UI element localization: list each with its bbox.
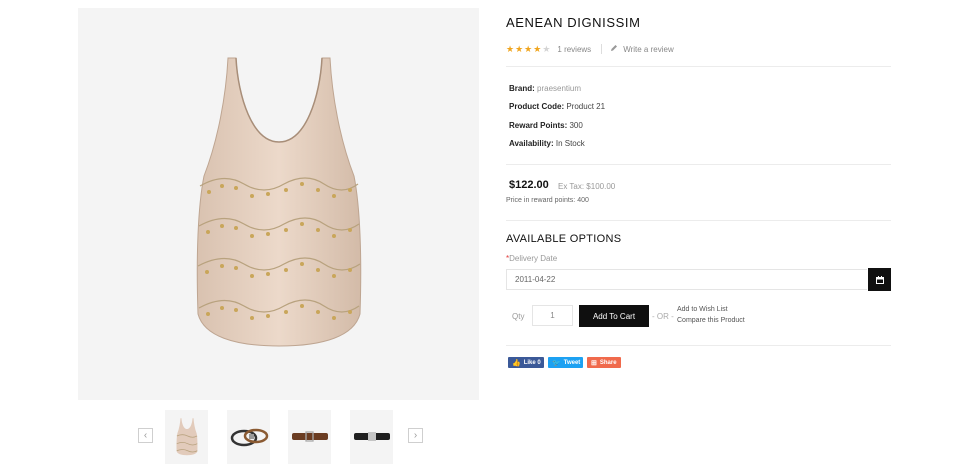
write-review-link[interactable]: Write a review [623,45,674,54]
qty-label: Qty [512,312,525,321]
thumbnail-strip: ‹ › [138,410,428,466]
tank-top-image [196,57,361,347]
star-icon: ★ [542,43,551,54]
star-icon: ★ [506,43,515,54]
divider [506,345,891,346]
spec-brand: Brand: praesentium [509,84,581,93]
product-price: $122.00 [509,179,549,191]
spec-product-code: Product Code: Product 21 [509,102,605,111]
tweet-button[interactable]: 🐦 Tweet [548,357,583,368]
calendar-button[interactable] [868,268,891,291]
spec-reward-points: Reward Points: 300 [509,121,583,130]
brown-belt-thumbnail [291,431,328,442]
facebook-like-button[interactable]: 👍 Like 0 [508,357,544,368]
divider [601,44,603,54]
add-to-cart-button[interactable]: Add To Cart [579,305,649,327]
calendar-icon [875,275,884,284]
spec-value: In Stock [555,139,585,148]
thumbnail-item[interactable] [165,410,208,464]
divider [506,220,891,221]
star-icon: ★ [524,43,533,54]
thumbnail-prev-button[interactable]: ‹ [138,428,153,443]
star-icon: ★ [515,43,524,54]
delivery-date-label: *Delivery Date [506,254,557,263]
reviews-link[interactable]: 1 reviews [557,45,591,54]
reward-points-price: Price in reward points: 400 [506,197,589,204]
divider [506,66,891,67]
tank-top-thumbnail [176,418,197,456]
thumbs-up-icon: 👍 [512,359,521,367]
quantity-input[interactable] [532,305,573,326]
main-product-image[interactable] [78,8,479,400]
thumbnail-item[interactable] [227,410,270,464]
product-info: AENEAN DIGNISSIM ★ ★ ★ ★ ★ 1 reviews Write a… [506,0,891,471]
share-button[interactable]: ⊞ Share [587,357,621,368]
thumbnail-item[interactable] [288,410,331,464]
delivery-date-input[interactable] [506,269,867,290]
star-icon: ★ [533,43,542,54]
braided-belt-thumbnail [230,428,268,447]
available-options-heading: AVAILABLE OPTIONS [506,233,622,245]
ex-tax-price: Ex Tax: $100.00 [558,182,616,191]
compare-product-link[interactable]: Compare this Product [677,317,745,324]
product-title: AENEAN DIGNISSIM [506,15,641,30]
spec-value: Product 21 [566,102,606,111]
rating-row: ★ ★ ★ ★ ★ 1 reviews Write a review [506,43,674,55]
brand-link[interactable]: praesentium [537,84,581,93]
chevron-left-icon: ‹ [143,430,148,441]
thumbnail-next-button[interactable]: › [408,428,423,443]
spec-label: Product Code: [509,102,565,111]
pencil-icon [610,44,618,54]
plus-icon: ⊞ [591,359,597,367]
thumbnail-item[interactable] [350,410,393,464]
spec-value: 300 [569,121,583,130]
spec-label: Availability: [509,139,554,148]
share-label: Share [599,359,617,366]
or-separator: - OR - [652,312,674,321]
spec-label: Brand: [509,84,535,93]
add-to-wishlist-link[interactable]: Add to Wish List [677,306,728,313]
facebook-like-label: Like 0 [523,359,541,366]
rating-stars: ★ ★ ★ ★ ★ [506,43,551,54]
spec-label: Reward Points: [509,121,568,130]
delivery-date-label-text: Delivery Date [509,254,558,263]
divider [506,164,891,165]
tweet-label: Tweet [563,359,581,366]
twitter-icon: 🐦 [552,359,561,367]
chevron-right-icon: › [413,430,418,441]
black-belt-thumbnail [353,432,390,441]
spec-availability: Availability: In Stock [509,139,585,148]
